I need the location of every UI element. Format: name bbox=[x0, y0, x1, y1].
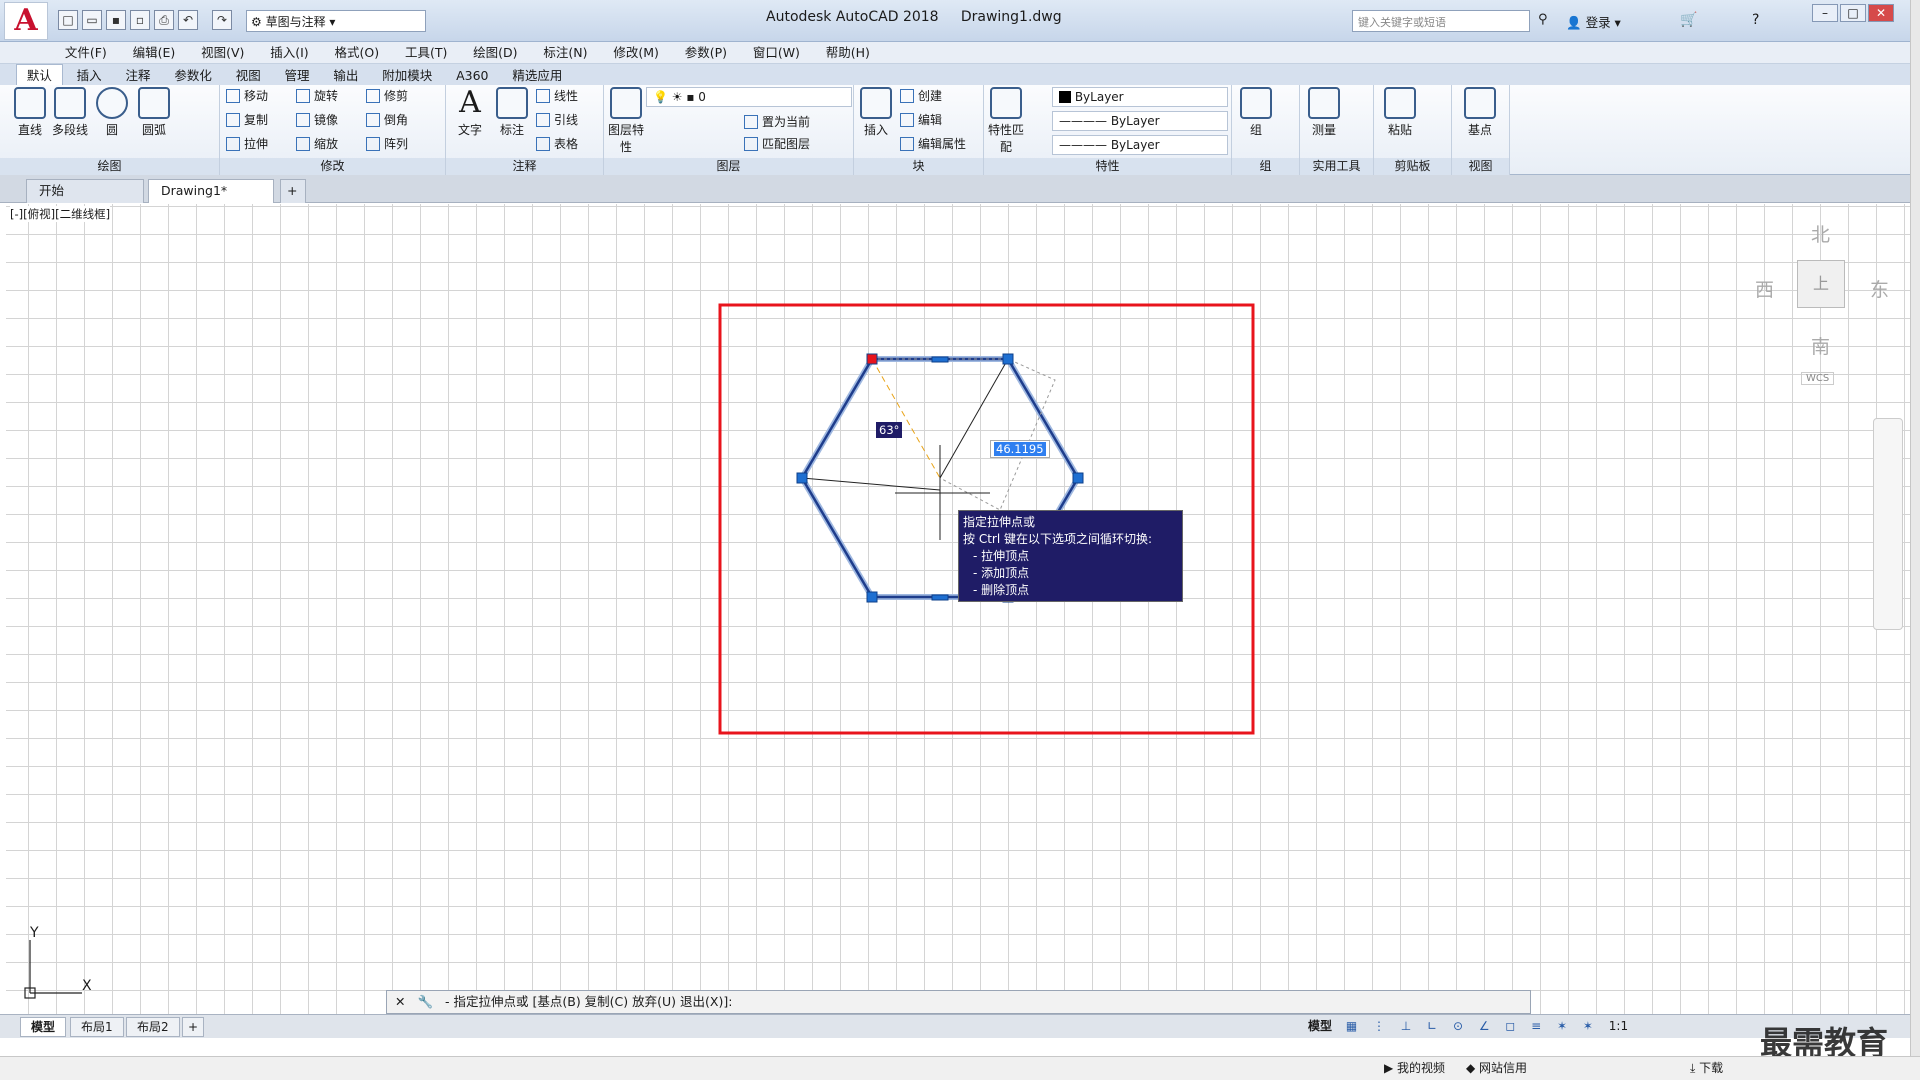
viewcube-south[interactable]: 南 bbox=[1811, 332, 1830, 359]
navigation-bar[interactable] bbox=[1873, 418, 1903, 630]
ucs-x-label: X bbox=[82, 978, 92, 994]
download-link[interactable]: ⤓ 下载 bbox=[1690, 1057, 1723, 1079]
tooltip-line-2: 按 Ctrl 键在以下选项之间循环切换: bbox=[963, 532, 1153, 546]
annotation-scale[interactable]: 1:1 bbox=[1609, 1019, 1628, 1033]
close-command-icon[interactable]: ✕ bbox=[387, 994, 413, 1009]
tooltip-option-remove: - 删除顶点 bbox=[973, 583, 1030, 597]
tab-layout2[interactable]: 布局2 bbox=[126, 1017, 180, 1037]
tooltip-option-stretch: - 拉伸顶点 bbox=[973, 549, 1030, 563]
command-tooltip: 指定拉伸点或 按 Ctrl 键在以下选项之间循环切换: - 拉伸顶点 - 添加顶… bbox=[958, 510, 1183, 602]
site-credit-label: 网站信用 bbox=[1479, 1061, 1528, 1075]
viewcube[interactable]: 北 西 东 南 上 WCS bbox=[1745, 220, 1895, 390]
wrench-icon[interactable]: 🔧 bbox=[417, 994, 441, 1009]
length-input-frame: 46.1195 bbox=[990, 440, 1050, 458]
my-videos-link[interactable]: ▶ 我的视频 bbox=[1384, 1057, 1445, 1079]
download-icon: ⤓ bbox=[1690, 1061, 1700, 1075]
system-bar: ▶ 我的视频 ◆ 网站信用 ⤓ 下载 bbox=[0, 1056, 1920, 1080]
command-prompt: - 指定拉伸点或 [基点(B) 复制(C) 放弃(U) 退出(X)]: bbox=[445, 994, 733, 1009]
window-scrollbar[interactable] bbox=[1910, 0, 1920, 1056]
viewcube-top-face[interactable]: 上 bbox=[1797, 260, 1845, 308]
length-input[interactable]: 46.1195 bbox=[994, 442, 1046, 456]
viewcube-east[interactable]: 东 bbox=[1870, 275, 1889, 302]
tooltip-line-1: 指定拉伸点或 bbox=[963, 515, 1036, 529]
tab-model[interactable]: 模型 bbox=[20, 1017, 67, 1037]
ucs-icon bbox=[24, 940, 82, 999]
tracking-line bbox=[871, 358, 941, 479]
viewcube-west[interactable]: 西 bbox=[1755, 275, 1774, 302]
rubberband-line bbox=[939, 358, 1009, 479]
download-label: 下载 bbox=[1699, 1061, 1724, 1075]
rubberband-line-2 bbox=[801, 477, 941, 491]
status-toggle-icons[interactable]: ▦ ⋮ ⊥ ∟ ⊙ ∠ ◻ ≡ ✶ ✶ bbox=[1346, 1019, 1599, 1033]
ucs-y-label: Y bbox=[30, 925, 39, 941]
video-icon: ▶ bbox=[1384, 1061, 1398, 1075]
wcs-menu[interactable]: WCS bbox=[1801, 372, 1835, 385]
site-credit-link[interactable]: ◆ 网站信用 bbox=[1466, 1057, 1527, 1079]
tab-layout1[interactable]: 布局1 bbox=[70, 1017, 124, 1037]
credit-icon: ◆ bbox=[1466, 1061, 1480, 1075]
my-videos-label: 我的视频 bbox=[1397, 1061, 1446, 1075]
angle-input[interactable]: 63° bbox=[876, 422, 903, 438]
model-space-toggle[interactable]: 模型 bbox=[1308, 1019, 1332, 1033]
command-line[interactable]: ✕ 🔧 - 指定拉伸点或 [基点(B) 复制(C) 放弃(U) 退出(X)]: bbox=[386, 990, 1531, 1014]
viewcube-north[interactable]: 北 bbox=[1811, 220, 1830, 247]
tooltip-option-add: - 添加顶点 bbox=[973, 566, 1030, 580]
add-layout-button[interactable]: + bbox=[182, 1017, 205, 1037]
